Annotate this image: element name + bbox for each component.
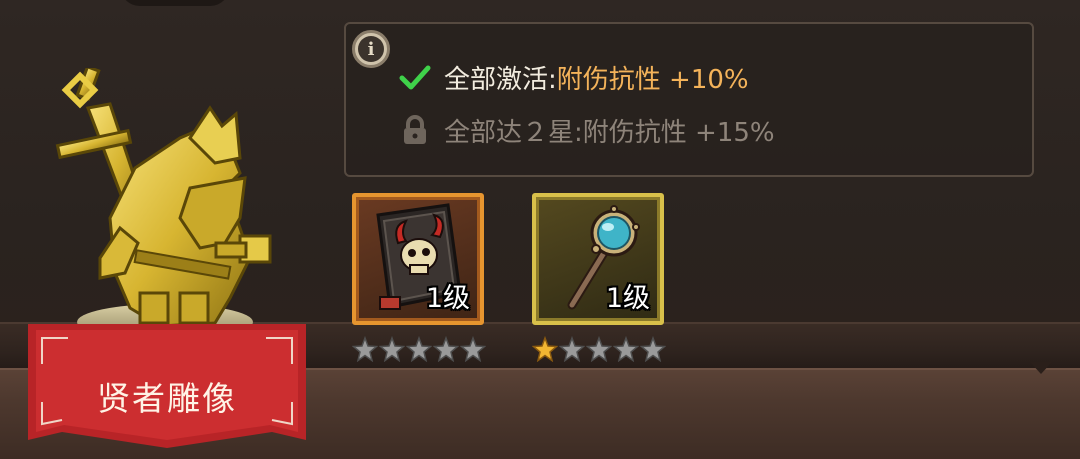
star-empty-icon [406,336,432,362]
star-filled-icon [532,336,558,362]
bonus-condition: 全部达２星: [444,117,583,148]
bonus-effect: 附伤抗性 +10% [556,64,749,95]
bonus-row-locked: 全部达２星: 附伤抗性 +15% [398,110,775,150]
set-bonus-panel [344,22,1034,177]
star-rating [352,336,486,362]
bonus-effect: 附伤抗性 +15% [582,117,775,148]
check-icon [398,60,432,94]
bonus-condition: 全部激活: [444,64,557,95]
info-glyph: i [358,36,384,62]
star-empty-icon [613,336,639,362]
star-empty-icon [352,336,378,362]
star-empty-icon [559,336,585,362]
item-level: 1级 [425,283,470,314]
info-icon[interactable]: i [352,30,390,68]
item-slot-crystal-scepter[interactable]: 1级 [532,193,664,325]
item-level: 1级 [605,283,650,314]
golden-dwarf-statue-icon[interactable] [40,68,300,358]
star-rating [532,336,666,362]
star-empty-icon [586,336,612,362]
top-notch [120,0,230,6]
item-slot-skull-book[interactable]: 1级 [352,193,484,325]
lock-icon [398,113,432,147]
star-empty-icon [640,336,666,362]
star-empty-icon [460,336,486,362]
star-empty-icon [379,336,405,362]
statue-name: 贤者雕像 [97,379,237,418]
star-empty-icon [433,336,459,362]
bonus-row-active: 全部激活: 附伤抗性 +10% [398,57,749,97]
